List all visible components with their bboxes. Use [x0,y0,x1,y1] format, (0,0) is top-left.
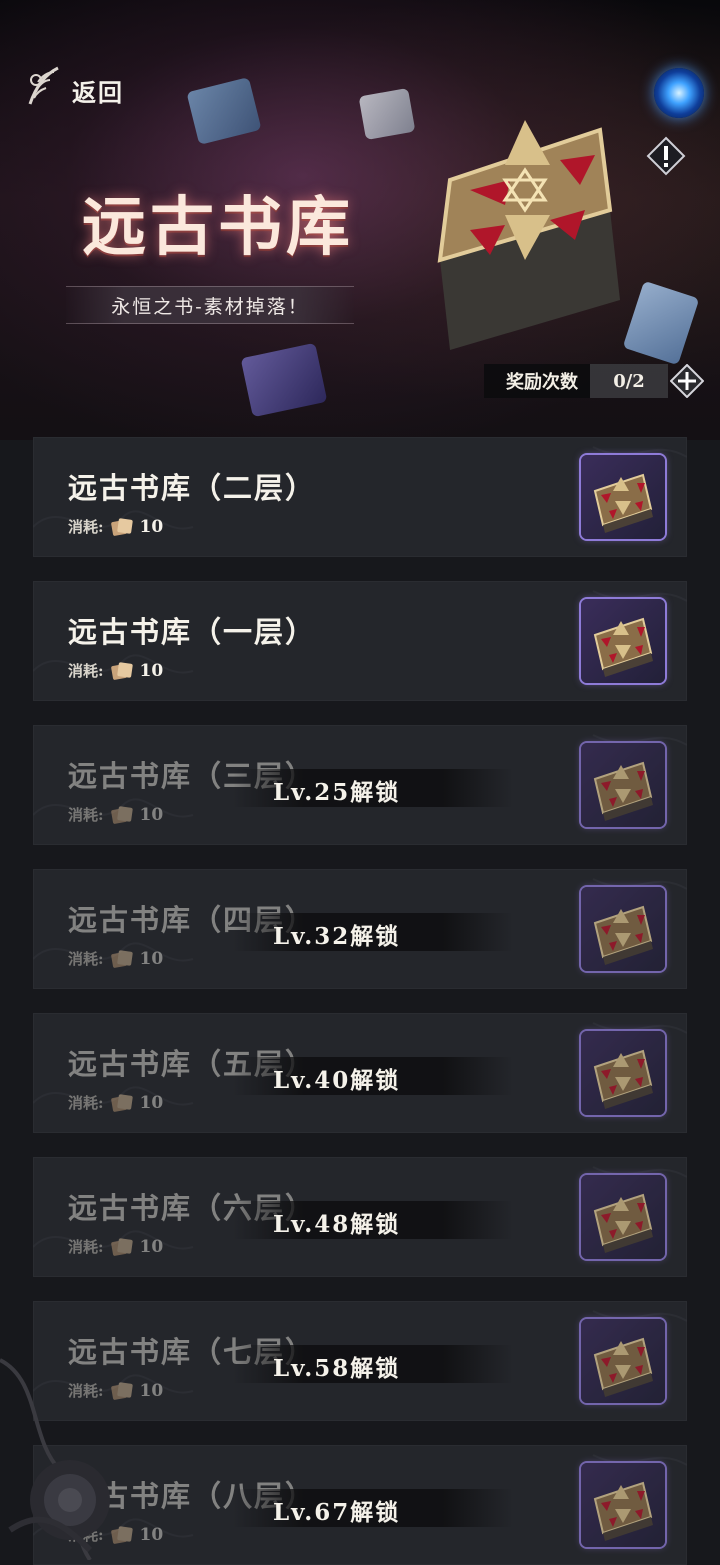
cost-value: 10 [139,948,164,969]
level-row[interactable]: 远古书库（一层） 消耗: 10 [33,581,687,701]
page-title: 远古书库 [82,190,354,265]
reward-count-value: 0/2 [590,364,668,398]
cost-info: 消耗: 10 [68,1092,163,1113]
floating-book-decoration [240,342,328,418]
book-chest-icon [581,887,665,971]
level-row[interactable]: 远古书库（六层） 消耗: 10 Lv.48解锁 [33,1157,687,1277]
book-pages-icon [110,805,134,825]
cost-label: 消耗: [68,1238,104,1256]
level-row[interactable]: 远古书库（八层） 消耗: 10 Lv.67解锁 [33,1445,687,1565]
book-pages-icon [110,949,134,969]
cost-value: 10 [139,1380,164,1401]
cost-label: 消耗: [68,662,104,680]
cost-info: 消耗: 10 [68,1236,163,1257]
cost-label: 消耗: [68,1526,104,1544]
cost-info: 消耗: 10 [68,948,163,969]
exclamation-icon[interactable] [646,136,686,176]
cost-label: 消耗: [68,950,104,968]
cost-value: 10 [139,1524,164,1545]
book-chest-icon [581,743,665,827]
unlock-requirement: Lv.32解锁 [273,923,401,950]
cost-info: 消耗: 10 [68,1524,163,1545]
cost-info: 消耗: 10 [68,804,163,825]
level-name: 远古书库（一层） [68,615,317,649]
book-chest-icon [581,1175,665,1259]
book-chest-icon [581,599,665,683]
blue-portal-icon[interactable] [654,68,704,118]
ancient-book-emblem [410,110,640,360]
book-pages-icon [110,1381,134,1401]
floating-book-decoration [358,87,416,141]
unlock-requirement: Lv.40解锁 [273,1067,401,1094]
page-subtitle: 永恒之书-素材掉落！ [66,286,354,324]
unlock-requirement: Lv.58解锁 [273,1355,401,1382]
cost-info: 消耗: 10 [68,1380,163,1401]
level-row[interactable]: 远古书库（五层） 消耗: 10 Lv.40解锁 [33,1013,687,1133]
unlock-requirement: Lv.25解锁 [273,779,401,806]
cost-label: 消耗: [68,1382,104,1400]
book-pages-icon [110,1093,134,1113]
level-row[interactable]: 远古书库（四层） 消耗: 10 Lv.32解锁 [33,869,687,989]
back-label: 返回 [72,77,124,107]
reward-count-bar: 奖励次数 0/2 [484,363,705,399]
cost-value: 10 [139,1092,164,1113]
cost-info: 消耗: 10 [68,516,163,537]
book-chest-icon [581,1319,665,1403]
book-chest-icon [581,455,665,539]
reward-count-label: 奖励次数 [484,364,590,398]
level-name: 远古书库（二层） [68,471,317,505]
cost-label: 消耗: [68,806,104,824]
cost-value: 10 [139,1236,164,1257]
banner: 返回 远古书库 永恒之书-素材掉落！ 奖励次数 0/2 [0,0,720,440]
cost-value: 10 [139,804,164,825]
level-row[interactable]: 远古书库（三层） 消耗: 10 Lv.25解锁 [33,725,687,845]
cost-value: 10 [139,660,164,681]
plus-diamond-icon[interactable] [669,363,705,399]
book-pages-icon [110,517,134,537]
cost-label: 消耗: [68,518,104,536]
book-pages-icon [110,1525,134,1545]
unlock-requirement: Lv.48解锁 [273,1211,401,1238]
book-chest-icon [581,1463,665,1547]
level-row[interactable]: 远古书库（七层） 消耗: 10 Lv.58解锁 [33,1301,687,1421]
book-pages-icon [110,1237,134,1257]
cost-info: 消耗: 10 [68,660,163,681]
cost-value: 10 [139,516,164,537]
cost-label: 消耗: [68,1094,104,1112]
book-chest-icon [581,1031,665,1115]
unlock-requirement: Lv.67解锁 [273,1499,401,1526]
rose-feather-icon [24,64,64,116]
floating-book-decoration [186,77,262,145]
back-button[interactable]: 返回 [24,64,124,116]
book-pages-icon [110,661,134,681]
level-row[interactable]: 远古书库（二层） 消耗: 10 [33,437,687,557]
